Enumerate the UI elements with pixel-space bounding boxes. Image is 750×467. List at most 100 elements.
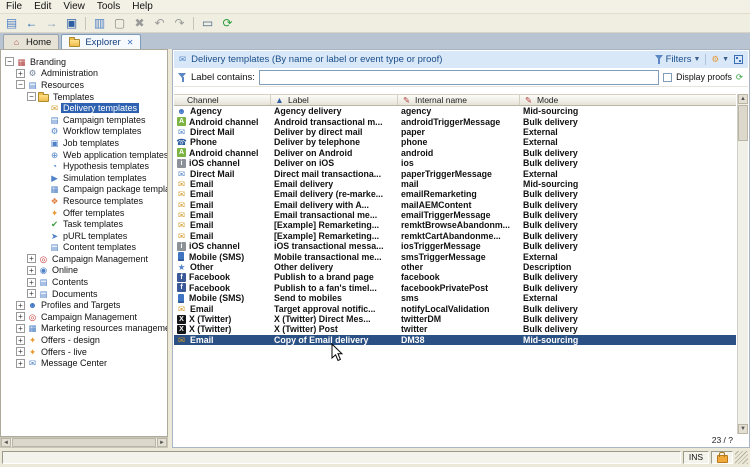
tree-item-documents[interactable]: + ▤ Documents [1, 288, 167, 300]
table-row[interactable]: XX (Twitter) X (Twitter) Direct Mes... twi… [174, 314, 736, 324]
menu-view[interactable]: View [57, 0, 91, 13]
forward-button[interactable]: → [42, 15, 61, 32]
expand-icon[interactable]: + [16, 358, 25, 368]
table-row[interactable]: ✉ Email Email transactional me... emailTrig… [174, 210, 736, 220]
refresh-button[interactable]: ⟳ [736, 72, 744, 83]
column-header-channel[interactable]: Channel [174, 95, 271, 105]
collapse-icon[interactable]: − [16, 80, 25, 90]
tree-item-campaign-package-templates[interactable]: ▦ Campaign package templates [1, 184, 167, 196]
table-row[interactable]: f Facebook Publish to a brand page facebook… [174, 272, 736, 282]
save-button[interactable]: ▣ [62, 15, 81, 32]
table-row[interactable]: XX (Twitter) X (Twitter) Post twitter Bulk … [174, 324, 736, 334]
table-row[interactable]: A Android channel Deliver on Android androi… [174, 148, 736, 158]
resize-grip[interactable] [735, 451, 748, 464]
expand-icon[interactable]: + [16, 312, 25, 322]
display-proofs-checkbox[interactable] [663, 72, 673, 82]
table-row[interactable]: ✉ Email Email delivery (re-marke... emailRe… [174, 189, 736, 199]
expand-icon[interactable]: + [16, 323, 25, 333]
table-row[interactable]: Mobile (SMS) Send to mobiles sms External [174, 293, 736, 303]
collapse-icon[interactable]: − [27, 92, 36, 102]
tree-item-resource-templates[interactable]: ❖ Resource templates [1, 195, 167, 207]
refresh-toolbar-button[interactable]: ⟳ [218, 15, 237, 32]
undo-button[interactable]: ↶ [150, 15, 169, 32]
table-row[interactable]: ★ Other Other delivery other Description [174, 262, 736, 272]
tree-item-web-application-templates[interactable]: ⊕ Web application templates [1, 149, 167, 161]
expand-icon[interactable]: + [27, 265, 36, 275]
table-row[interactable]: ✉ Direct Mail Deliver by direct mail paper E… [174, 127, 736, 137]
back-button[interactable]: ← [22, 15, 41, 32]
menu-help[interactable]: Help [126, 0, 159, 13]
tree-item-purl-templates[interactable]: ➤ pURL templates [1, 230, 167, 242]
tree-item-job-templates[interactable]: ▣ Job templates [1, 137, 167, 149]
table-row[interactable]: ✉ Email Email delivery with A... mailAEMCon… [174, 200, 736, 210]
fullscreen-button[interactable] [734, 55, 743, 64]
tab-explorer[interactable]: Explorer ✕ [61, 34, 142, 49]
column-header-mode[interactable]: ✎ Mode [520, 95, 736, 105]
scrollbar-track[interactable] [738, 142, 748, 424]
menu-file[interactable]: File [0, 0, 28, 13]
expand-icon[interactable]: + [27, 254, 36, 264]
tree-item-message-center[interactable]: + ✉ Message Center [1, 357, 167, 369]
tree-item-offers-live[interactable]: + ✦ Offers - live [1, 346, 167, 358]
scroll-left-icon[interactable]: ◄ [1, 438, 11, 447]
table-row[interactable]: Mobile (SMS) Mobile transactional me... sm… [174, 251, 736, 262]
menu-edit[interactable]: Edit [28, 0, 57, 13]
table-row[interactable]: ✉ Email Target approval notific... notifyLo… [174, 303, 736, 314]
table-row[interactable]: ☻ Agency Agency delivery agency Mid-sourcing [174, 106, 736, 116]
tree-horizontal-scrollbar[interactable]: ◄ ► [0, 437, 168, 448]
table-vertical-scrollbar[interactable]: ▲ ▼ [737, 94, 748, 434]
tree-item-resources[interactable]: − ▤ Resources [1, 79, 167, 91]
tree-item-online[interactable]: + ◉ Online [1, 265, 167, 277]
tree-item-content-templates[interactable]: ▤ Content templates [1, 242, 167, 254]
tree-item-offer-templates[interactable]: ✦ Offer templates [1, 207, 167, 219]
tree-item-administration[interactable]: + ⚙ Administration [1, 68, 167, 80]
expand-icon[interactable]: + [16, 347, 25, 357]
expand-icon[interactable]: + [16, 68, 25, 78]
scrollbar-thumb[interactable] [12, 438, 156, 447]
table-row[interactable]: A Android channel Android transactional m.… [174, 116, 736, 127]
redo-button[interactable]: ↷ [170, 15, 189, 32]
scroll-down-icon[interactable]: ▼ [738, 424, 748, 434]
tree-item-templates[interactable]: − Templates [1, 91, 167, 103]
filters-button[interactable]: Filters ▼ [654, 54, 700, 65]
table-row[interactable]: ✉ Direct Mail Direct mail transactiona... p… [174, 168, 736, 179]
column-header-label[interactable]: ▲ Label [271, 95, 398, 105]
expand-icon[interactable]: + [16, 300, 25, 310]
tree-item-simulation-templates[interactable]: ▶ Simulation templates [1, 172, 167, 184]
scroll-up-icon[interactable]: ▲ [738, 94, 748, 104]
tree-item-task-templates[interactable]: ✔ Task templates [1, 218, 167, 230]
table-row[interactable]: i iOS channel iOS transactional messa... io… [174, 241, 736, 251]
tree-item-branding[interactable]: − ▦ Branding [1, 56, 167, 68]
table-row[interactable]: ✉ Email Email delivery mail Mid-sourcing [174, 179, 736, 189]
tree-item-offers-design[interactable]: + ✦ Offers - design [1, 334, 167, 346]
tree-item-contents[interactable]: + ▤ Contents [1, 276, 167, 288]
view-settings-button[interactable]: ⚙ ▼ [711, 54, 729, 65]
tab-home[interactable]: ⌂ Home [3, 34, 60, 49]
delete-button[interactable]: ✖ [130, 15, 149, 32]
menu-tools[interactable]: Tools [91, 0, 126, 13]
table-row[interactable]: ☎ Phone Deliver by telephone phone External [174, 137, 736, 147]
table-row[interactable]: ✉ Email [Example] Remarketing... remktCartA… [174, 231, 736, 241]
tree-item-campaign-management[interactable]: + ◎ Campaign Management [1, 253, 167, 265]
tree-item-campaign-templates[interactable]: ▤ Campaign templates [1, 114, 167, 126]
table-row[interactable]: ✉ Email [Example] Remarketing... remktBrows… [174, 220, 736, 230]
expand-icon[interactable]: + [27, 289, 36, 299]
tree-item-hypothesis-templates[interactable]: ◔ Hypothesis templates [1, 160, 167, 172]
scrollbar-thumb[interactable] [738, 105, 748, 141]
expand-icon[interactable]: + [27, 277, 36, 287]
scroll-right-icon[interactable]: ► [157, 438, 167, 447]
collapse-icon[interactable]: − [5, 57, 14, 67]
new-document-button[interactable]: ▤ [2, 15, 21, 32]
close-tab-icon[interactable]: ✕ [127, 38, 134, 47]
copy-button[interactable]: ▥ [90, 15, 109, 32]
print-button[interactable]: ▭ [198, 15, 217, 32]
tree-item-marketing-resources-management[interactable]: + ▦ Marketing resources management [1, 323, 167, 335]
table-row[interactable]: ✉ Email Copy of Email delivery DM38 Mid-sour… [174, 334, 736, 345]
tree-item-delivery-templates[interactable]: ✉ Delivery templates [1, 102, 167, 114]
expand-icon[interactable]: + [16, 335, 25, 345]
paste-button[interactable]: ▢ [110, 15, 129, 32]
column-header-internal-name[interactable]: ✎ Internal name [398, 95, 520, 105]
tree-item-workflow-templates[interactable]: ⚙ Workflow templates [1, 126, 167, 138]
label-contains-input[interactable] [258, 69, 660, 85]
tree-item-profiles-and-targets[interactable]: + ☻ Profiles and Targets [1, 299, 167, 311]
